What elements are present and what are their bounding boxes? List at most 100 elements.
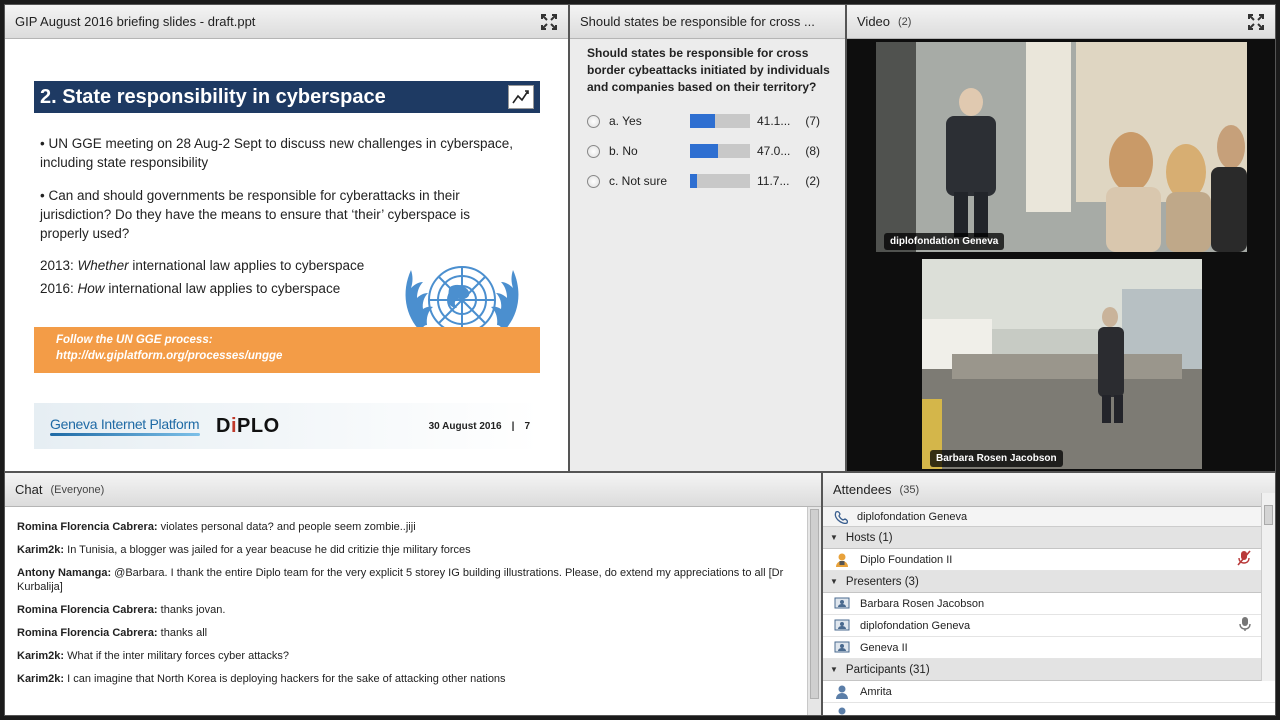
line-2016-text: international law applies to cyberspace xyxy=(104,281,341,296)
chat-scrollbar[interactable] xyxy=(807,507,821,715)
video-feed[interactable]: Barbara Rosen Jacobson xyxy=(922,259,1202,469)
participants-group-label: Participants (31) xyxy=(845,663,930,676)
slide-line-2016: 2016: How international law applies to c… xyxy=(40,281,340,296)
chat-sender: Karim2k: xyxy=(17,673,65,685)
chat-pod-title: Chat xyxy=(15,482,43,497)
chat-text: I can imagine that North Korea is deploy… xyxy=(64,673,506,685)
poll-percent: 41.1... xyxy=(757,114,791,128)
attendees-pod: Attendees (35) diplofondation Geneva ▼ Ho… xyxy=(822,472,1276,716)
poll-pod-title: Should states be responsible for cross .… xyxy=(580,14,815,29)
microphone-muted-icon[interactable] xyxy=(1237,550,1253,569)
poll-bar-fill xyxy=(690,144,719,158)
slide-line-2013: 2013: Whether international law applies … xyxy=(40,258,364,273)
poll-bar-fill xyxy=(690,174,698,188)
expand-icon[interactable] xyxy=(1247,13,1265,31)
slide-bullet-2: • Can and should governments be responsi… xyxy=(40,188,470,241)
poll-option[interactable]: a. Yes 41.1... (7) xyxy=(587,106,833,136)
poll-bar-fill xyxy=(690,114,715,128)
chat-sender: Romina Florencia Cabrera: xyxy=(17,604,158,616)
gip-swoosh xyxy=(50,433,200,436)
chat-message: Romina Florencia Cabrera: violates perso… xyxy=(17,520,796,534)
attendee-row-partial[interactable] xyxy=(823,703,1275,715)
slide-date: 30 August 2016 xyxy=(428,420,502,432)
radio-icon[interactable] xyxy=(587,144,600,158)
chat-messages: Romina Florencia Cabrera: violates perso… xyxy=(5,507,808,715)
chat-text: @Barbara. I thank the entire Diplo team … xyxy=(17,567,784,593)
poll-option[interactable]: c. Not sure 11.7... (2) xyxy=(587,166,833,196)
hosts-group-label: Hosts (1) xyxy=(845,531,893,544)
video-area: diplofondation Geneva Barbara Rosen Jaco… xyxy=(847,39,1275,471)
poll-percent: 47.0... xyxy=(757,144,791,158)
chat-text: In Tunisia, a blogger was jailed for a y… xyxy=(64,544,471,556)
video-feed[interactable]: diplofondation Geneva xyxy=(876,42,1247,252)
participants-group-header[interactable]: ▼ Participants (31) xyxy=(823,659,1275,681)
attendee-row[interactable]: diplofondation Geneva xyxy=(823,615,1275,637)
presenters-group-header[interactable]: ▼ Presenters (3) xyxy=(823,571,1275,593)
chat-sender: Karim2k: xyxy=(17,544,65,556)
chat-text: thanks jovan. xyxy=(157,604,226,616)
video-pod-header: Video (2) xyxy=(847,5,1275,39)
attendee-row[interactable]: Amrita xyxy=(823,681,1275,703)
chat-sender: Karim2k: xyxy=(17,650,65,662)
slide-canvas: 2. State responsibility in cyberspace • … xyxy=(5,39,568,471)
attendee-name: diplofondation Geneva xyxy=(860,619,971,632)
hosts-group-header[interactable]: ▼ Hosts (1) xyxy=(823,527,1275,549)
presenter-icon xyxy=(834,618,850,634)
poll-pod-header: Should states be responsible for cross .… xyxy=(570,5,845,39)
line-2013-text: international law applies to cyberspace xyxy=(128,258,365,273)
slides-pod: GIP August 2016 briefing slides - draft.… xyxy=(4,4,569,472)
expand-icon[interactable] xyxy=(540,13,558,31)
video-count: (2) xyxy=(898,15,912,28)
radio-icon[interactable] xyxy=(587,114,600,128)
chat-scope[interactable]: (Everyone) xyxy=(50,484,811,496)
chat-message: Karim2k: I can imagine that North Korea … xyxy=(17,672,796,686)
user-icon xyxy=(834,684,850,700)
chat-text: thanks all xyxy=(157,627,208,639)
current-user-row[interactable]: diplofondation Geneva xyxy=(823,507,1275,527)
banner-line-1: Follow the UN GGE process: xyxy=(56,334,213,346)
gip-logo-text: Geneva Internet Platform xyxy=(50,416,200,432)
attendees-scroll-thumb[interactable] xyxy=(1264,505,1273,525)
diplo-logo: DiPLO xyxy=(216,415,280,438)
slide-bullet-1: • UN GGE meeting on 28 Aug-2 Sept to dis… xyxy=(40,136,513,170)
chart-icon xyxy=(508,85,534,109)
chat-message: Karim2k: In Tunisia, a blogger was jaile… xyxy=(17,543,796,557)
chat-message: Antony Namanga: @Barbara. I thank the en… xyxy=(17,566,796,594)
collapse-triangle-icon[interactable]: ▼ xyxy=(830,533,838,542)
poll-option[interactable]: b. No 47.0... (8) xyxy=(587,136,833,166)
slide-footer: Geneva Internet Platform DiPLO 30 August… xyxy=(34,403,540,449)
video-feed-label: diplofondation Geneva xyxy=(884,233,1005,250)
video-pod: Video (2) diplofondation Geneva Barbara … xyxy=(846,4,1276,472)
slide-page-number: 7 xyxy=(524,420,530,432)
attendee-row[interactable]: Barbara Rosen Jacobson xyxy=(823,593,1275,615)
collapse-triangle-icon[interactable]: ▼ xyxy=(830,665,838,674)
poll-option-label: b. No xyxy=(609,144,638,158)
microphone-icon[interactable] xyxy=(1237,616,1253,635)
video-pod-title: Video xyxy=(857,14,891,29)
poll-votes: (8) xyxy=(805,144,820,158)
phone-icon[interactable] xyxy=(833,510,849,524)
slide-banner: Follow the UN GGE process: http://dw.gip… xyxy=(34,327,540,373)
collapse-triangle-icon[interactable]: ▼ xyxy=(830,577,838,586)
poll-votes: (7) xyxy=(805,114,820,128)
video-feed-label: Barbara Rosen Jacobson xyxy=(930,450,1063,467)
attendees-pod-header: Attendees (35) xyxy=(823,473,1275,507)
chat-scroll-thumb[interactable] xyxy=(810,509,819,699)
attendee-row[interactable]: Geneva II xyxy=(823,637,1275,659)
banner-link[interactable]: http://dw.giplatform.org/processes/ungge xyxy=(56,348,518,364)
radio-icon[interactable] xyxy=(587,174,600,188)
poll-result-bar xyxy=(690,114,750,128)
chat-message: Karim2k: What if the inter military forc… xyxy=(17,649,796,663)
attendees-pod-title: Attendees xyxy=(833,482,892,497)
presenter-icon xyxy=(834,596,850,612)
attendees-count: (35) xyxy=(899,483,920,496)
video-frame-1 xyxy=(876,42,1247,252)
attendee-name: Barbara Rosen Jacobson xyxy=(860,597,985,610)
presenter-icon xyxy=(834,640,850,656)
poll-result-bar xyxy=(690,174,750,188)
emphasis-whether: Whether xyxy=(77,258,129,273)
attendees-scrollbar[interactable] xyxy=(1261,493,1275,681)
video-frame-2 xyxy=(922,259,1202,469)
attendee-row[interactable]: Diplo Foundation II xyxy=(823,549,1275,571)
slide-title: 2. State responsibility in cyberspace xyxy=(40,85,386,108)
